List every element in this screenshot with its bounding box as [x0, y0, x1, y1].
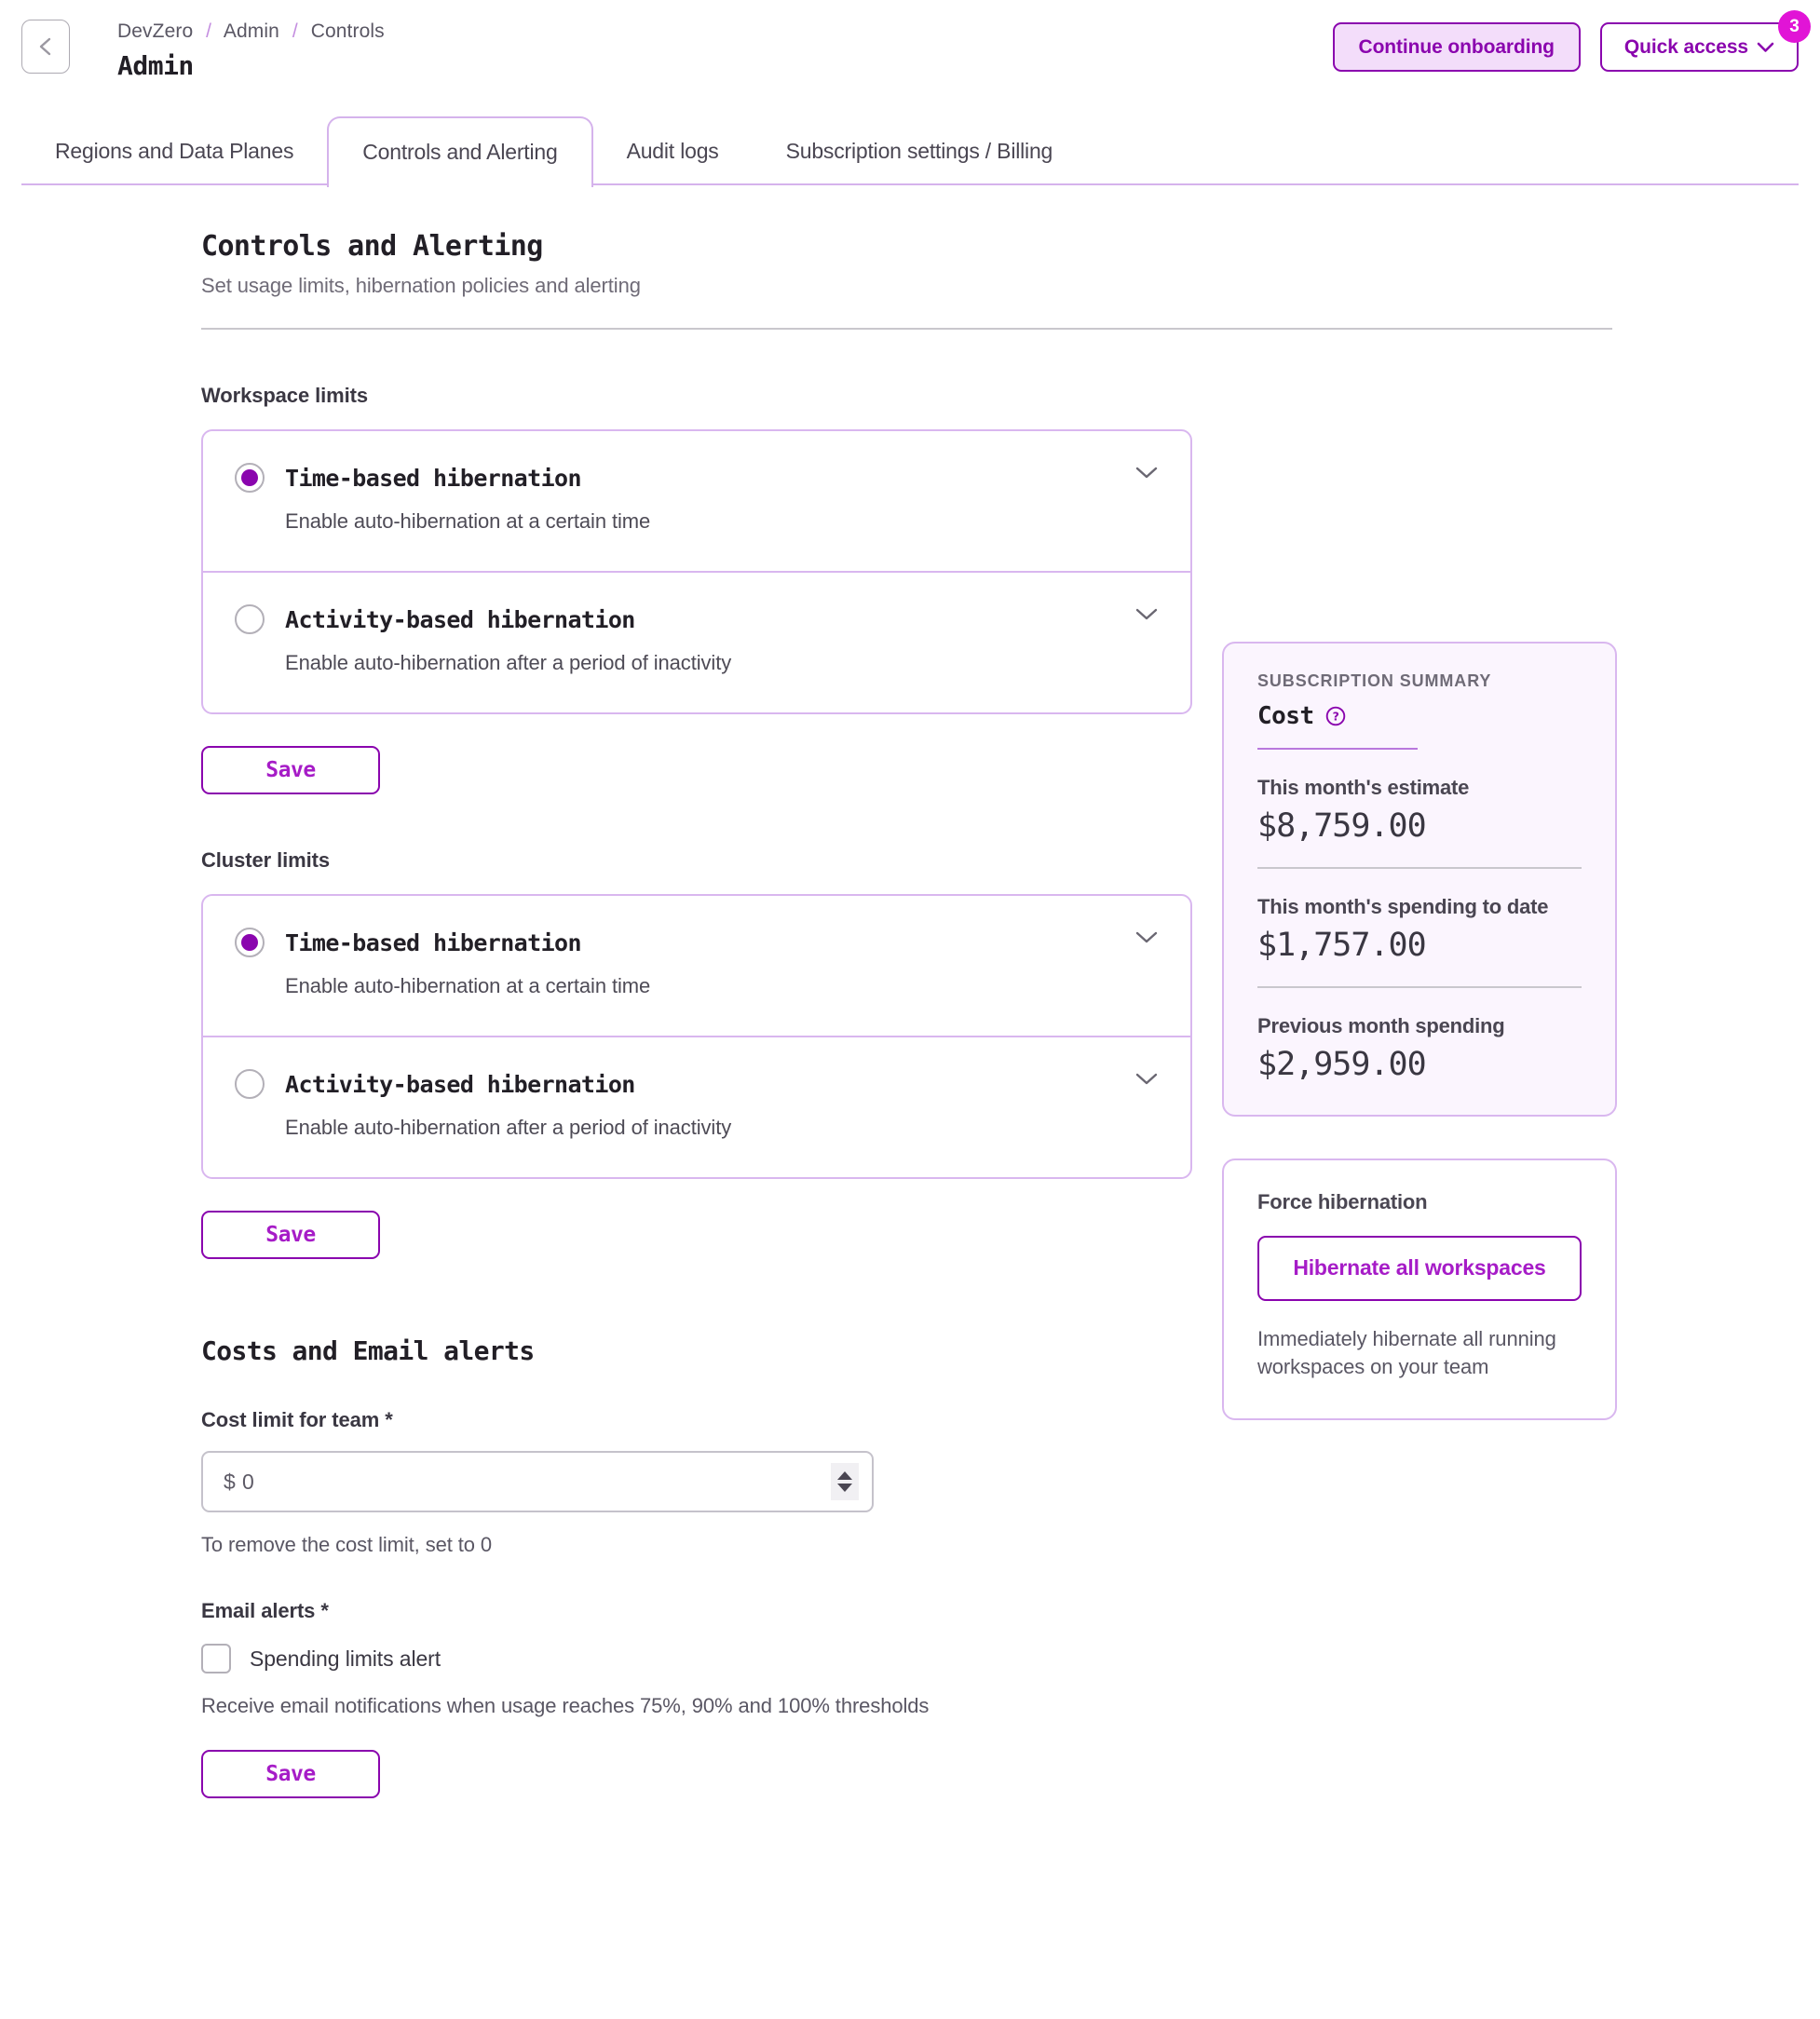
main-content: Controls and Alerting Set usage limits, … [0, 185, 1820, 1798]
back-button[interactable] [21, 20, 70, 74]
stat-label: This month's estimate [1257, 776, 1470, 800]
settings-column: Controls and Alerting Set usage limits, … [201, 230, 1612, 1798]
tab-bar: Regions and Data Planes Controls and Ale… [21, 116, 1799, 188]
radio-activity-based-cluster[interactable] [235, 1069, 265, 1099]
notification-badge[interactable]: 3 [1778, 10, 1811, 43]
radio-label: Activity-based hibernation [285, 1070, 635, 1098]
cost-limit-label: Cost limit for team * [201, 1408, 393, 1431]
radio-time-based-workspace[interactable] [235, 463, 265, 493]
cluster-option-time-based-head: Time-based hibernation [235, 928, 1159, 957]
workspace-limits-label: Workspace limits [201, 384, 368, 407]
workspace-option-time-based-head: Time-based hibernation [235, 463, 1159, 493]
cost-limit-value: $ 0 [224, 1469, 255, 1494]
spending-limits-alert-row[interactable]: Spending limits alert [201, 1644, 1188, 1673]
workspace-option-activity-based[interactable]: Activity-based hibernation Enable auto-h… [203, 571, 1190, 712]
save-costs-alerts-button[interactable]: Save [201, 1750, 380, 1798]
question-circle-icon[interactable]: ? [1324, 705, 1347, 727]
subscription-summary-card: SUBSCRIPTION SUMMARY Cost ? This month's… [1222, 642, 1617, 1118]
svg-text:?: ? [1332, 710, 1338, 724]
cluster-limits-card: Time-based hibernation Enable auto-hiber… [201, 894, 1192, 1179]
page-title: Admin [117, 50, 194, 81]
breadcrumb-item-controls[interactable]: Controls [311, 20, 385, 42]
cost-heading-label: Cost [1257, 702, 1314, 730]
costs-and-email-alerts-title: Costs and Email alerts [201, 1335, 535, 1366]
email-alerts-label: Email alerts * [201, 1599, 329, 1622]
radio-activity-based-workspace[interactable] [235, 604, 265, 634]
cost-accent-rule [1257, 748, 1418, 751]
save-cluster-limits-button[interactable]: Save [201, 1211, 380, 1259]
radio-label: Time-based hibernation [285, 464, 582, 492]
admin-controls-page: DevZero / Admin / Controls Admin Continu… [0, 0, 1820, 2019]
cost-limit-helper: To remove the cost limit, set to 0 [201, 1533, 493, 1556]
email-alerts-helper: Receive email notifications when usage r… [201, 1694, 930, 1717]
breadcrumb-and-title: DevZero / Admin / Controls Admin [117, 20, 385, 81]
chevron-down-icon[interactable] [1134, 465, 1159, 484]
force-hibernation-description: Immediately hibernate all running worksp… [1257, 1326, 1556, 1378]
page-header: DevZero / Admin / Controls Admin Continu… [0, 0, 1820, 116]
tab-list: Regions and Data Planes Controls and Ale… [21, 116, 1799, 188]
radio-description: Enable auto-hibernation at a certain tim… [285, 974, 651, 997]
breadcrumb-separator: / [206, 20, 212, 42]
tab-controls-and-alerting[interactable]: Controls and Alerting [327, 116, 593, 188]
spending-limits-alert-label: Spending limits alert [250, 1646, 441, 1671]
workspace-limits-card: Time-based hibernation Enable auto-hiber… [201, 429, 1192, 714]
stat-divider [1257, 867, 1582, 870]
cluster-option-activity-based[interactable]: Activity-based hibernation Enable auto-h… [203, 1036, 1190, 1177]
stat-label: Previous month spending [1257, 1014, 1505, 1038]
spending-limits-alert-checkbox[interactable] [201, 1644, 231, 1673]
save-workspace-limits-button[interactable]: Save [201, 746, 380, 794]
radio-description: Enable auto-hibernation at a certain tim… [285, 509, 651, 533]
stat-previous-month-spending: Previous month spending $2,959.00 [1257, 1012, 1582, 1083]
cluster-limits-label: Cluster limits [201, 848, 330, 872]
cost-limit-input[interactable]: $ 0 [201, 1451, 874, 1512]
hibernate-all-workspaces-button[interactable]: Hibernate all workspaces [1257, 1236, 1582, 1301]
stepper-down-icon[interactable] [837, 1484, 852, 1492]
breadcrumb-item-devzero[interactable]: DevZero [117, 20, 193, 42]
stepper-up-icon[interactable] [837, 1471, 852, 1480]
tab-audit-logs[interactable]: Audit logs [593, 116, 753, 185]
stat-this-months-spending-to-date: This month's spending to date $1,757.00 [1257, 893, 1582, 964]
header-actions: Continue onboarding Quick access 3 [1332, 10, 1811, 72]
quick-access-wrapper: Quick access 3 [1599, 10, 1811, 72]
cost-heading: Cost ? [1257, 702, 1582, 730]
quantity-stepper[interactable] [831, 1463, 859, 1500]
chevron-down-icon[interactable] [1134, 1071, 1159, 1091]
radio-time-based-cluster[interactable] [235, 928, 265, 957]
section-subtitle: Set usage limits, hibernation policies a… [201, 274, 641, 297]
workspace-option-activity-based-head: Activity-based hibernation [235, 604, 1159, 634]
radio-label: Time-based hibernation [285, 928, 582, 956]
quick-access-button[interactable]: Quick access [1599, 22, 1799, 72]
radio-label: Activity-based hibernation [285, 605, 635, 633]
stat-value: $1,757.00 [1257, 927, 1427, 965]
cluster-option-time-based[interactable]: Time-based hibernation Enable auto-hiber… [203, 896, 1190, 1036]
chevron-down-icon[interactable] [1134, 606, 1159, 626]
force-hibernation-title: Force hibernation [1257, 1190, 1428, 1214]
force-hibernation-card: Force hibernation Hibernate all workspac… [1222, 1159, 1617, 1421]
section-title: Controls and Alerting [201, 230, 543, 263]
breadcrumb-item-admin[interactable]: Admin [224, 20, 279, 42]
stat-value: $8,759.00 [1257, 807, 1427, 846]
tab-subscription-settings-billing[interactable]: Subscription settings / Billing [753, 116, 1087, 185]
radio-description: Enable auto-hibernation after a period o… [285, 1116, 732, 1139]
section-divider [201, 328, 1612, 330]
radio-description: Enable auto-hibernation after a period o… [285, 651, 732, 674]
chevron-left-icon [35, 34, 56, 59]
cluster-option-activity-based-head: Activity-based hibernation [235, 1069, 1159, 1099]
stat-label: This month's spending to date [1257, 895, 1549, 919]
workspace-option-time-based[interactable]: Time-based hibernation Enable auto-hiber… [203, 431, 1190, 571]
summary-column: SUBSCRIPTION SUMMARY Cost ? This month's… [1222, 642, 1617, 1421]
continue-onboarding-button[interactable]: Continue onboarding [1332, 22, 1581, 72]
breadcrumb-separator: / [292, 20, 298, 42]
stat-divider [1257, 986, 1582, 989]
chevron-down-icon[interactable] [1134, 929, 1159, 949]
stat-this-months-estimate: This month's estimate $8,759.00 [1257, 774, 1582, 845]
subscription-summary-kicker: SUBSCRIPTION SUMMARY [1257, 671, 1492, 690]
stat-value: $2,959.00 [1257, 1046, 1427, 1084]
tab-regions-and-data-planes[interactable]: Regions and Data Planes [21, 116, 327, 185]
quick-access-label: Quick access [1623, 35, 1748, 58]
chevron-down-icon [1757, 36, 1774, 59]
breadcrumb: DevZero / Admin / Controls [117, 20, 385, 43]
